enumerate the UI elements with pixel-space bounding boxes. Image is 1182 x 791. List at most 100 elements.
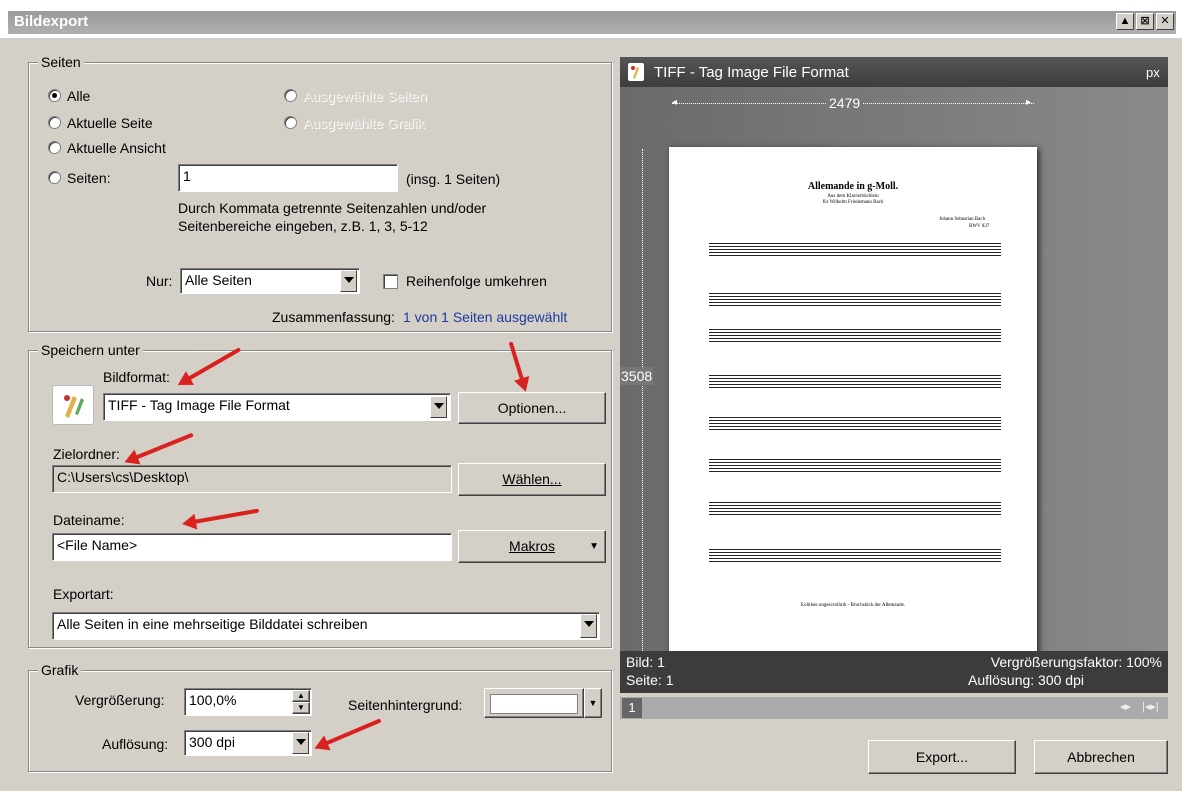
save-group-label: Speichern unter [38, 342, 143, 358]
page-index: Seite: 1 [626, 672, 674, 688]
zoom-label: Vergrößerung: [75, 692, 165, 708]
caret-down-icon[interactable]: ▼ [584, 688, 602, 718]
export-type-value: Alle Seiten in eine mehrseitige Bilddate… [57, 616, 368, 632]
staff-5 [709, 417, 1001, 432]
chevron-down-icon[interactable] [430, 396, 447, 418]
chevron-down-icon[interactable] [292, 732, 309, 754]
export-button[interactable]: Export... [868, 740, 1016, 774]
radio-dot-icon [48, 141, 61, 154]
page-tab-1[interactable]: 1 [622, 698, 642, 718]
export-type-label: Exportart: [53, 586, 114, 602]
macros-label: Makros [509, 538, 555, 554]
caret-down-icon: ▼ [589, 541, 599, 552]
summary-value: 1 von 1 Seiten ausgewählt [403, 309, 568, 325]
export-type-select[interactable]: Alle Seiten in eine mehrseitige Bilddate… [52, 612, 600, 640]
staff-3 [709, 329, 1001, 344]
image-index: Bild: 1 [626, 654, 665, 670]
staff-2 [709, 293, 1001, 308]
chevron-down-icon[interactable] [580, 614, 597, 638]
radio-selected-graphic-label: Ausgewählte Grafik [303, 115, 425, 131]
preview-header: TIFF - Tag Image File Format px [620, 57, 1168, 87]
choose-folder-button[interactable]: Wählen... [458, 463, 606, 496]
radio-selected-pages[interactable]: Ausgewählte Seiten [284, 88, 427, 104]
macros-button[interactable]: Makros ▼ [458, 530, 606, 563]
filename-label: Dateiname: [53, 512, 125, 528]
resolution-value: 300 dpi [189, 734, 235, 750]
resolution-info: Auflösung: 300 dpi [968, 672, 1084, 688]
staff-1 [709, 243, 1001, 258]
resolution-label: Auflösung: [102, 736, 169, 752]
choose-folder-label: Wählen... [502, 471, 562, 487]
graphic-group-label: Grafik [38, 662, 82, 678]
radio-all[interactable]: Alle [48, 88, 90, 104]
zoom-factor: Vergrößerungsfaktor: 100% [990, 654, 1162, 670]
staff-7 [709, 502, 1001, 517]
score-subtitle-1: Aus dem Klavierbüchlein [827, 194, 879, 199]
window-title: Bildexport [14, 13, 89, 30]
radio-dot-icon [48, 89, 61, 102]
radio-selected-graphic[interactable]: Ausgewählte Grafik [284, 115, 424, 131]
radio-current-page[interactable]: Aktuelle Seite [48, 115, 153, 131]
height-value: 3508 [620, 367, 654, 385]
radio-current-view[interactable]: Aktuelle Ansicht [48, 140, 166, 156]
score-bwv: BWV 837 [969, 224, 990, 229]
radio-current-view-label: Aktuelle Ansicht [67, 140, 166, 156]
reverse-checkbox[interactable] [383, 274, 398, 289]
folder-label: Zielordner: [53, 446, 120, 462]
preview-format: TIFF - Tag Image File Format [654, 64, 849, 81]
format-icon [52, 385, 94, 425]
radio-dot-icon [284, 116, 297, 129]
width-value: 2479 [826, 95, 864, 111]
pages-hint-1: Durch Kommata getrennte Seitenzahlen und… [178, 200, 487, 216]
preview-panel: TIFF - Tag Image File Format px ◂ ▸ 2479… [620, 57, 1168, 729]
score-subtitle-2: für Wilhelm Friedemann Bach [822, 200, 884, 205]
chevron-down-icon[interactable] [340, 270, 357, 292]
arrow-right-icon: ▸ [1026, 97, 1032, 108]
only-select[interactable]: Alle Seiten [180, 268, 360, 294]
pages-total: (insg. 1 Seiten) [406, 171, 501, 187]
staff-4 [709, 375, 1001, 390]
radio-dot-icon [48, 171, 61, 184]
pin-button[interactable]: ⊠ [1136, 13, 1154, 30]
format-select[interactable]: TIFF - Tag Image File Format [103, 393, 451, 421]
page-preview: Allemande in g-Moll. Aus dem Klavierbüch… [669, 147, 1037, 667]
preview-footer: Bild: 1 Seite: 1 Vergrößerungsfaktor: 10… [620, 651, 1168, 693]
score-composer: Johann Sebastian Bach [939, 217, 986, 222]
shade-button[interactable]: ▲ [1116, 13, 1134, 30]
radio-dot-icon [48, 116, 61, 129]
radio-dot-icon [284, 89, 297, 102]
close-button[interactable]: ✕ [1156, 13, 1174, 30]
spin-up-icon[interactable]: ▲ [292, 690, 310, 702]
pages-group-label: Seiten [38, 54, 84, 70]
background-color-button[interactable] [484, 688, 584, 718]
radio-pages[interactable]: Seiten: [48, 170, 111, 186]
page-strip: 1 ◂▸ |◂▸| [620, 693, 1168, 729]
options-button[interactable]: Optionen... [458, 392, 606, 424]
filename-input[interactable]: <File Name> [52, 533, 452, 561]
graphic-group [28, 670, 612, 772]
unit-label[interactable]: px [1146, 65, 1160, 80]
title-bar: Bildexport ▲ ⊠ ✕ [0, 0, 1182, 38]
nav-first-last-icon[interactable]: |◂▸| [1142, 700, 1159, 713]
staff-6 [709, 459, 1001, 474]
spin-down-icon[interactable]: ▼ [292, 702, 310, 714]
score-footnote: Eolithée ungesvrolhtih - Bruchstück der … [800, 603, 906, 608]
format-select-value: TIFF - Tag Image File Format [108, 397, 290, 413]
pages-hint-2: Seitenbereiche eingeben, z.B. 1, 3, 5-12 [178, 218, 428, 234]
staff-8 [709, 549, 1001, 564]
format-icon [628, 63, 644, 81]
radio-current-page-label: Aktuelle Seite [67, 115, 153, 131]
background-label: Seitenhintergrund: [348, 697, 463, 713]
reverse-label: Reihenfolge umkehren [406, 273, 547, 289]
pages-input[interactable]: 1 [178, 164, 398, 192]
cancel-button[interactable]: Abbrechen [1034, 740, 1168, 774]
preview-canvas: ◂ ▸ 2479 3508 Allemande in g-Moll. Aus d… [620, 87, 1168, 707]
folder-field[interactable]: C:\Users\cs\Desktop\ [52, 465, 452, 493]
format-label: Bildformat: [103, 369, 170, 385]
radio-pages-label: Seiten: [67, 170, 111, 186]
arrow-left-icon: ◂ [672, 97, 678, 108]
radio-all-label: Alle [67, 88, 91, 104]
summary-label: Zusammenfassung: [272, 309, 395, 325]
nav-prev-next-icon[interactable]: ◂▸ [1120, 700, 1131, 713]
score-title: Allemande in g-Moll. [807, 181, 899, 192]
